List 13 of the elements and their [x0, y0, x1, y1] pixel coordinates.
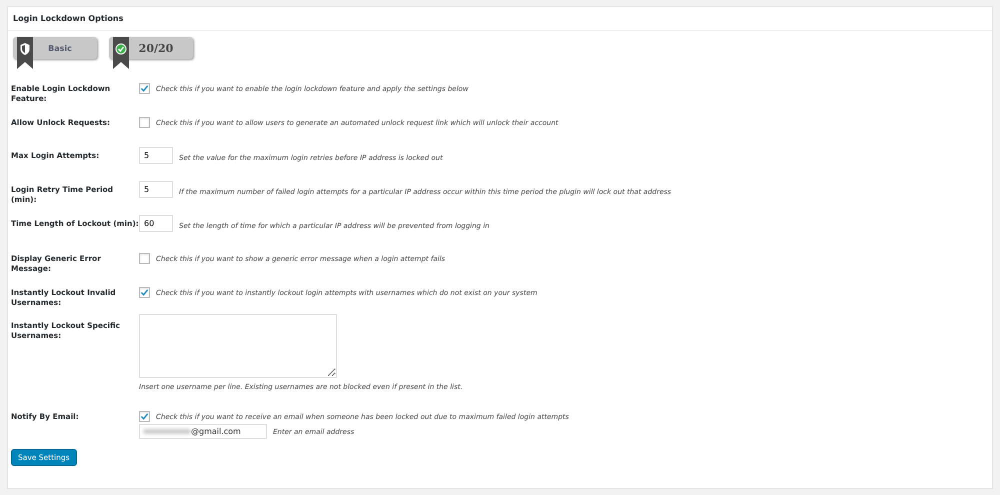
number-field[interactable]: 60 [139, 215, 173, 232]
checkbox[interactable] [139, 83, 150, 94]
checkbox[interactable] [139, 117, 150, 128]
ribbon-icon [113, 37, 129, 69]
ribbon-icon [17, 37, 33, 69]
usernames-field[interactable] [139, 314, 337, 378]
number-field[interactable]: 5 [139, 181, 173, 198]
number-field[interactable]: 5 [139, 147, 173, 164]
checkbox[interactable] [139, 253, 150, 264]
panel-title: Login Lockdown Options [8, 7, 992, 31]
checkbox[interactable] [139, 411, 150, 422]
checkbox[interactable] [139, 287, 150, 298]
email-field[interactable]: @gmail.com [139, 424, 267, 439]
